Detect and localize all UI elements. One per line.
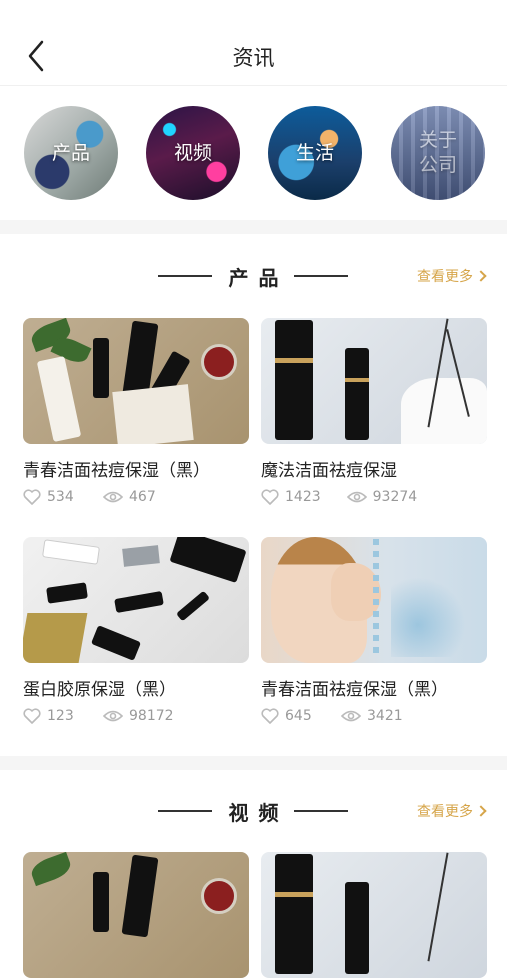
product-stats: 534 467 — [23, 489, 249, 505]
product-stats: 645 3421 — [261, 708, 487, 724]
category-label: 关于 公司 — [416, 128, 460, 178]
product-name: 蛋白胶原保湿（黑） — [23, 680, 176, 700]
eye-icon — [103, 710, 123, 722]
product-stats: 1423 93274 — [261, 489, 487, 505]
product-image — [261, 537, 487, 663]
view-count: 467 — [129, 489, 156, 505]
product-card[interactable]: 魔法洁面祛痘保湿 1423 93274 — [261, 318, 487, 505]
category-about-company[interactable]: 关于 公司 — [391, 106, 485, 200]
view-count: 3421 — [367, 708, 403, 724]
view-count: 93274 — [372, 489, 418, 505]
heart-icon[interactable] — [261, 489, 279, 505]
product-image — [23, 318, 249, 444]
view-count: 98172 — [129, 708, 174, 724]
section-header-videos: 视频 查看更多 — [0, 793, 507, 829]
like-count: 1423 — [285, 489, 321, 505]
divider-line — [294, 810, 348, 812]
product-card[interactable]: 青春洁面祛痘保湿（黑） 534 467 — [23, 318, 249, 505]
chevron-right-icon — [475, 270, 487, 282]
category-label: 产品 — [51, 141, 90, 164]
product-name: 青春洁面祛痘保湿（黑） — [23, 461, 210, 481]
heart-icon[interactable] — [23, 708, 41, 724]
product-name: 魔法洁面祛痘保湿 — [261, 461, 397, 481]
page-title: 资讯 — [232, 46, 275, 70]
view-more-link[interactable]: 查看更多 — [417, 266, 487, 286]
divider-line — [294, 275, 348, 277]
product-image — [23, 537, 249, 663]
view-more-label: 查看更多 — [417, 269, 473, 285]
view-more-label: 查看更多 — [417, 804, 473, 820]
view-more-link[interactable]: 查看更多 — [417, 801, 487, 821]
like-count: 534 — [47, 489, 74, 505]
like-count: 645 — [285, 708, 312, 724]
eye-icon — [346, 491, 367, 503]
category-label: 视频 — [173, 141, 212, 164]
eye-icon — [341, 710, 361, 722]
product-image — [261, 318, 487, 444]
product-card[interactable]: 蛋白胶原保湿（黑） 123 98172 — [23, 537, 249, 724]
eye-icon — [103, 491, 123, 503]
like-count: 123 — [47, 708, 74, 724]
category-row: 产品 视频 生活 关于 公司 — [0, 86, 507, 220]
video-card[interactable] — [23, 852, 249, 978]
video-thumbnail — [23, 852, 249, 978]
header-bar: 资讯 — [0, 0, 507, 86]
heart-icon[interactable] — [23, 489, 41, 505]
category-videos[interactable]: 视频 — [146, 106, 240, 200]
heart-icon[interactable] — [261, 708, 279, 724]
section-divider — [0, 220, 507, 234]
product-name: 青春洁面祛痘保湿（黑） — [261, 680, 448, 700]
product-card[interactable]: 青春洁面祛痘保湿（黑） 645 3421 — [261, 537, 487, 724]
section-header-products: 产品 查看更多 — [0, 258, 507, 294]
category-label: 生活 — [295, 141, 334, 164]
product-stats: 123 98172 — [23, 708, 249, 724]
chevron-right-icon — [475, 805, 487, 817]
video-thumbnail — [261, 852, 487, 978]
category-life[interactable]: 生活 — [268, 106, 362, 200]
category-label-line: 公司 — [418, 154, 457, 176]
category-label-line: 关于 — [418, 129, 457, 151]
video-card[interactable] — [261, 852, 487, 978]
category-products[interactable]: 产品 — [24, 106, 118, 200]
section-divider — [0, 756, 507, 770]
